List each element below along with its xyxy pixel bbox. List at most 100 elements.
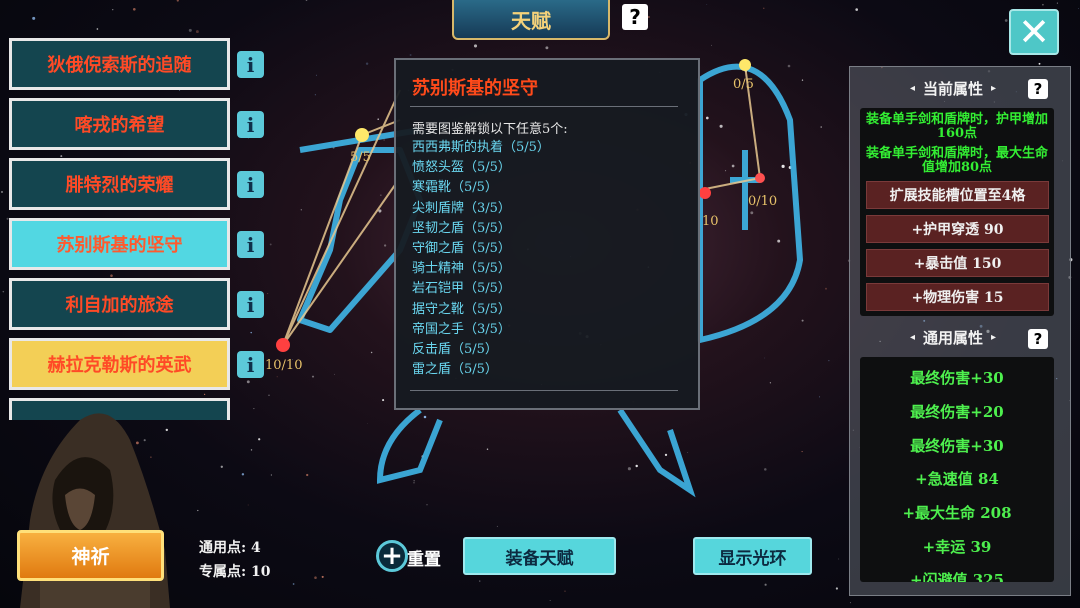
background-star: [647, 15, 650, 19]
talent-item-selected[interactable]: 苏别斯基的坚守: [9, 218, 230, 270]
info-icon[interactable]: i: [237, 111, 264, 138]
star-progress-label: 5/5: [350, 150, 371, 165]
show-halo-button[interactable]: 显示光环: [693, 537, 812, 575]
general-attribute: +最大生命 208: [902, 504, 1012, 522]
background-star: [801, 451, 803, 453]
star-node-gold[interactable]: [355, 128, 369, 142]
close-button[interactable]: ✕: [1009, 9, 1059, 55]
background-star: [321, 575, 324, 578]
background-star: [486, 448, 489, 450]
star-node-red[interactable]: [755, 173, 765, 183]
question-icon[interactable]: ?: [1028, 329, 1048, 349]
list-item: 据守之靴（5/5）: [412, 301, 511, 317]
info-icon[interactable]: i: [237, 171, 264, 198]
talent-label: 利自加的旅途: [65, 295, 174, 316]
info-icon[interactable]: i: [237, 351, 264, 378]
reset-plus-icon[interactable]: +: [376, 540, 408, 572]
talent-item[interactable]: 喀戎的希望: [9, 98, 230, 150]
attribute-row: 扩展技能槽位置至4格: [866, 181, 1049, 209]
talent-item[interactable]: 狄俄倪索斯的追随: [9, 38, 230, 90]
background-star: [819, 396, 821, 398]
general-attributes-box[interactable]: 最终伤害+30 最终伤害+20 最终伤害+30 +急速值 84 +最大生命 20…: [860, 357, 1054, 582]
background-star: [711, 44, 712, 46]
info-icon[interactable]: i: [237, 291, 264, 318]
general-attribute: 最终伤害+30: [910, 437, 1004, 455]
background-star: [627, 467, 631, 471]
star-progress-label: 10/10: [265, 358, 303, 373]
equip-talent-button[interactable]: 装备天赋: [463, 537, 616, 575]
pray-button[interactable]: 神祈: [17, 530, 164, 581]
general-attribute: +急速值 84: [915, 470, 999, 488]
background-star: [383, 244, 387, 247]
close-icon: ✕: [1018, 10, 1050, 54]
background-star: [188, 28, 192, 32]
background-star: [96, 28, 99, 30]
background-star: [496, 525, 498, 527]
background-star: [413, 482, 415, 484]
background-star: [725, 170, 727, 172]
background-star: [564, 590, 566, 592]
talent-item[interactable]: 利自加的旅途: [9, 278, 230, 330]
divider: [410, 106, 678, 107]
star-progress-label: 0/10: [748, 194, 778, 209]
background-star: [820, 126, 822, 128]
background-star: [380, 194, 382, 196]
background-star: [334, 373, 335, 375]
talent-item[interactable]: 腓特烈的荣耀: [9, 158, 230, 210]
tooltip-requirement: 需要图鉴解锁以下任意5个:: [412, 122, 568, 137]
question-icon[interactable]: ?: [622, 4, 648, 30]
list-item: 反击盾（5/5）: [412, 342, 498, 358]
talent-item[interactable]: 赫拉克勒斯的英武: [9, 338, 230, 390]
star-progress-label: 0/5: [733, 77, 754, 92]
background-star: [705, 116, 709, 120]
star-node-gold[interactable]: [739, 59, 751, 71]
list-item: 尖刺盾牌（3/5）: [412, 200, 511, 216]
background-star: [781, 164, 785, 168]
list-item: 岩石铠甲（5/5）: [412, 281, 511, 297]
question-icon[interactable]: ?: [1028, 79, 1048, 99]
page-title-tab: 天赋: [452, 0, 610, 40]
reset-button[interactable]: 重置: [407, 545, 441, 570]
background-star: [777, 239, 781, 243]
points-value: 4: [251, 540, 261, 556]
background-star: [473, 44, 478, 48]
background-star: [731, 164, 735, 168]
divider: [410, 390, 678, 391]
background-star: [197, 509, 199, 512]
background-star: [1, 191, 3, 193]
background-star: [110, 274, 113, 277]
background-star: [687, 451, 689, 454]
attribute-row: +护甲穿透 90: [866, 215, 1049, 243]
list-item: 坚韧之盾（5/5）: [412, 220, 511, 236]
background-star: [409, 54, 412, 56]
star-node-red[interactable]: [276, 338, 290, 352]
background-star: [1042, 3, 1044, 6]
general-attribute: +闪避值 325: [909, 571, 1005, 582]
background-star: [855, 8, 858, 11]
background-star: [250, 331, 252, 334]
background-star: [545, 46, 549, 50]
legs-constellation: [376, 407, 696, 498]
background-star: [1078, 8, 1079, 9]
info-icon[interactable]: i: [237, 51, 264, 78]
list-item: 西西弗斯的执着（5/5）: [412, 140, 550, 155]
general-attributes-header: ◂ 通用属性 ▸: [910, 327, 996, 348]
background-star: [268, 394, 270, 396]
star-node-red[interactable]: [699, 187, 711, 199]
arrow-icon: ▸: [991, 83, 997, 94]
talent-label: 喀戎的希望: [74, 115, 165, 136]
background-star: [132, 7, 136, 11]
current-attribute-text: 装备单手剑和盾牌时，最大生命值增加80点: [865, 146, 1048, 175]
background-star: [314, 94, 316, 96]
background-star: [764, 583, 767, 586]
background-star: [1038, 62, 1041, 65]
background-star: [787, 64, 791, 68]
background-star: [176, 0, 179, 2]
points-label: 通用点:: [199, 540, 247, 556]
info-icon[interactable]: i: [237, 231, 264, 258]
background-star: [367, 423, 368, 424]
general-attribute: 最终伤害+20: [910, 403, 1004, 421]
list-item: 寒霜靴（5/5）: [412, 180, 498, 196]
list-item: 骑士精神（5/5）: [412, 261, 511, 277]
background-star: [300, 209, 302, 211]
